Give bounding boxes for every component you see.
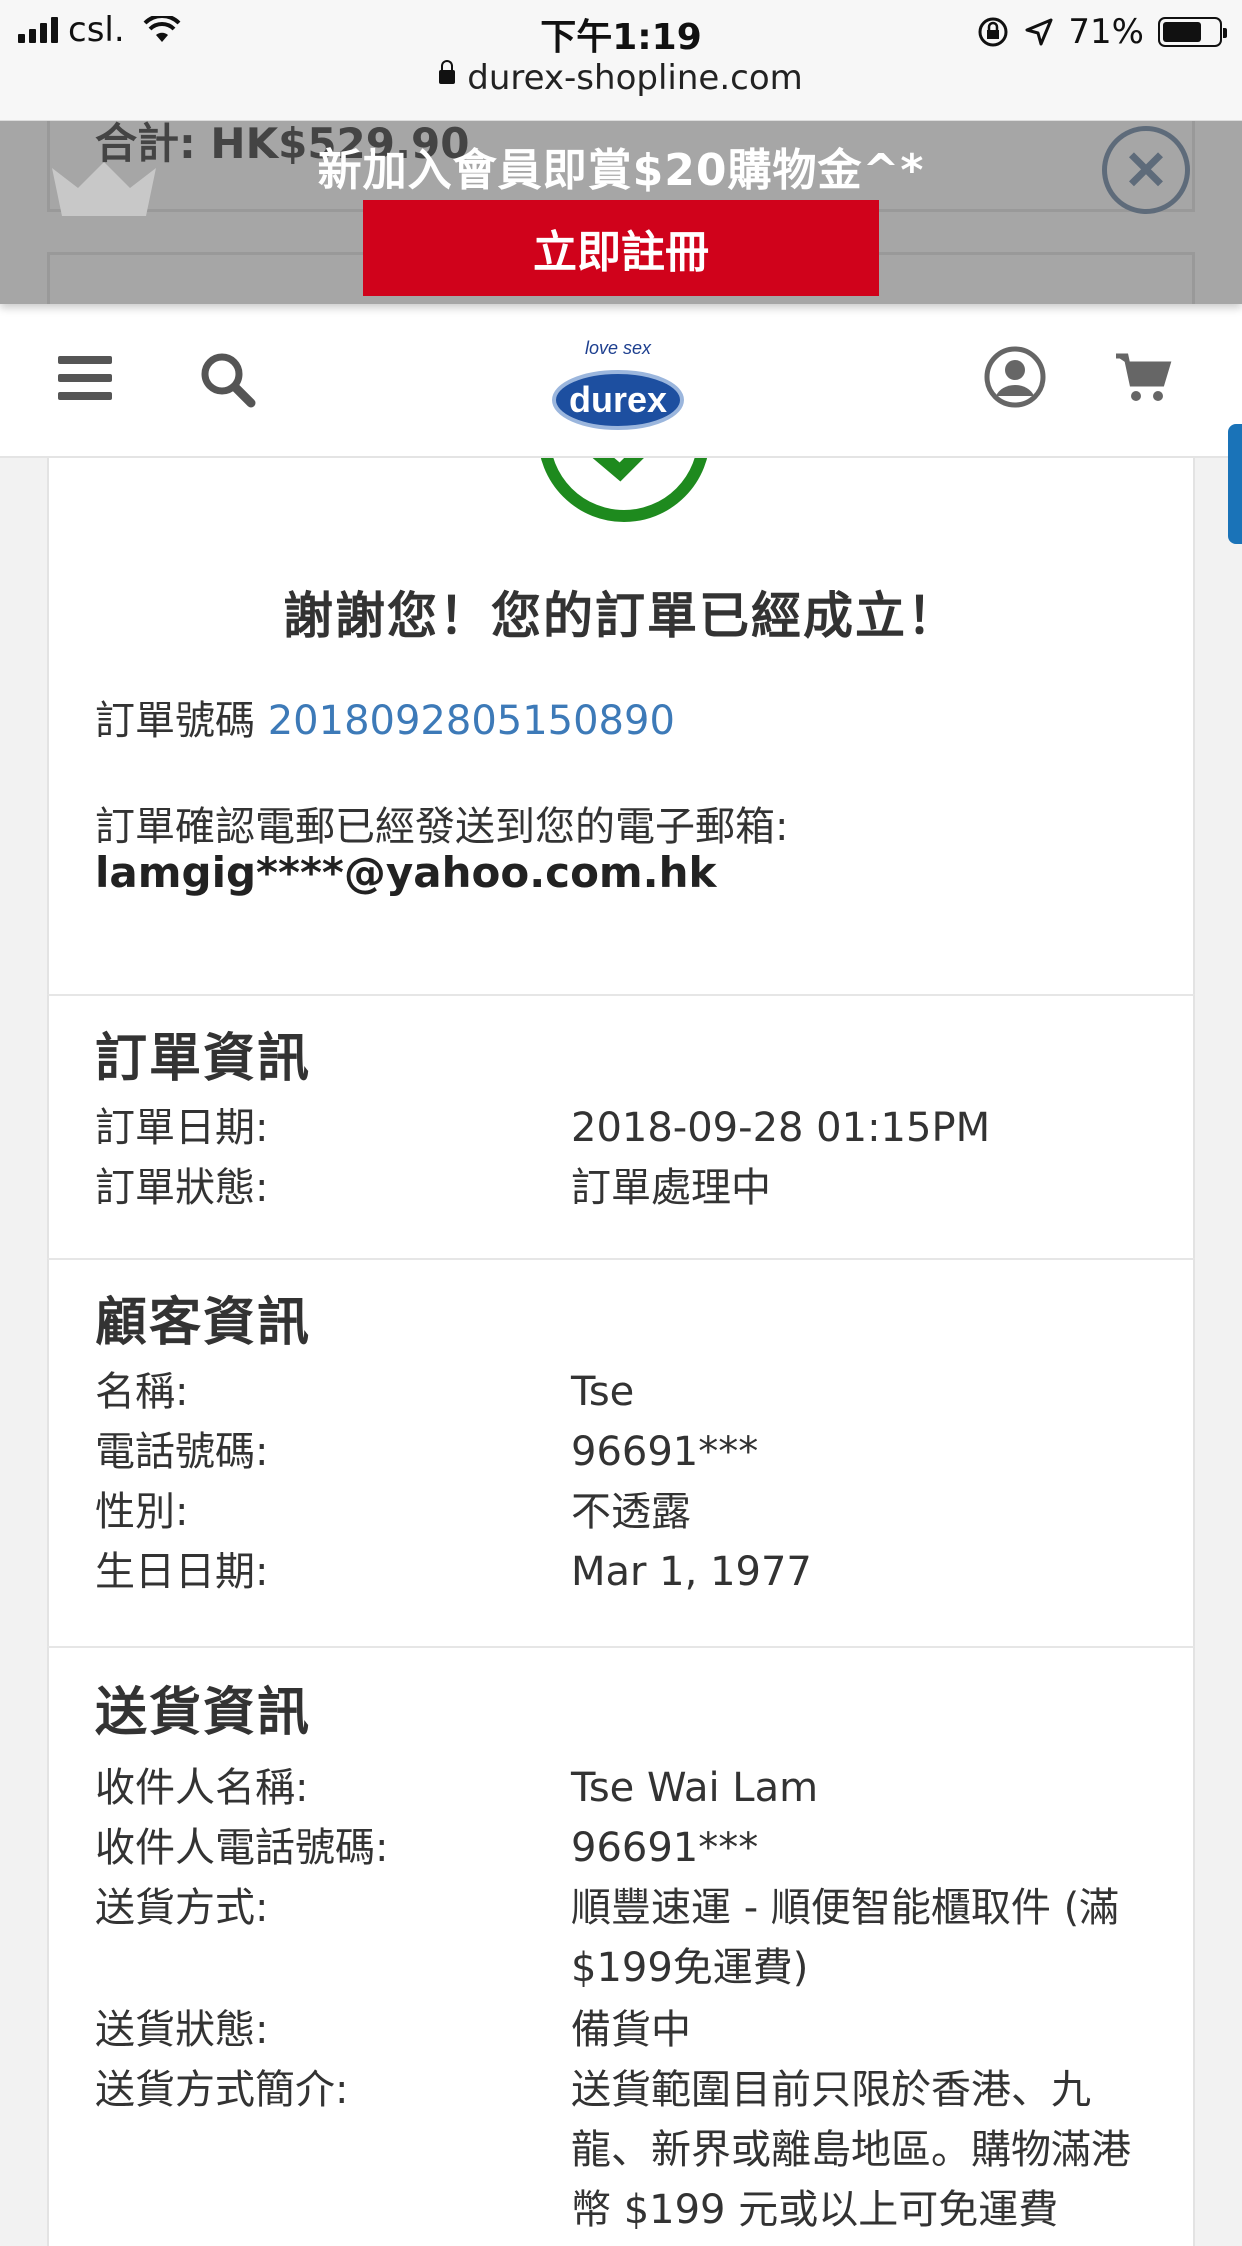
search-icon[interactable] [198,350,256,408]
logo-tagline: love sex [585,338,652,358]
delivery-info-section: 送貨資訊 收件人名稱: Tse Wai Lam 收件人電話號碼: 96691**… [47,1646,1195,2246]
battery-icon [1158,17,1227,47]
order-info-section: 訂單資訊 訂單日期: 2018-09-28 01:15PM 訂單狀態: 訂單處理… [47,994,1195,1258]
customer-info-title: 顧客資訊 [95,1293,312,1353]
row-label: 送貨方式: [95,1885,269,1931]
row-label: 收件人名稱: [95,1765,309,1811]
close-icon[interactable]: ✕ [1102,126,1190,214]
logo-brand: durex [569,379,667,420]
row-value: 順豐速運 - 順便智能櫃取件 (滿 $199免運費) [571,1885,1120,1991]
row-value: 不透露 [571,1489,691,1535]
order-confirmation-card: 謝謝您！您的訂單已經成立！ 訂單號碼 2018092805150890 訂單確認… [47,350,1195,994]
row-label: 名稱: [95,1369,189,1415]
url-bar[interactable]: durex-shopline.com [0,58,1242,98]
row-label: 訂單狀態: [95,1165,269,1211]
row-value: 96691*** [571,1429,759,1475]
status-right: 71% [976,12,1227,52]
promo-title: 新加入會員即賞$20購物金^* [317,145,925,196]
side-feedback-tab[interactable] [1228,424,1242,544]
customer-email: lamgig****@yahoo.com.hk [95,848,717,897]
row-label: 送貨方式簡介: [95,2067,349,2113]
thank-you-heading: 謝謝您！您的訂單已經成立！ [283,587,959,645]
order-number-label: 訂單號碼 [95,698,255,744]
menu-icon[interactable] [58,354,112,402]
order-number-link[interactable]: 2018092805150890 [268,698,675,744]
row-label: 訂單日期: [95,1105,269,1151]
battery-fill [1163,22,1201,42]
row-label: 生日日期: [95,1549,269,1595]
order-number-line: 訂單號碼 2018092805150890 [95,688,675,746]
email-sent-note: 訂單確認電郵已經發送到您的電子郵箱: [95,804,789,850]
row-value: 備貨中 [571,2007,691,2053]
row-label: 性別: [95,1489,189,1535]
battery-percent: 71% [1068,12,1144,52]
status-bar: csl. 下午1:19 71% durex-shopline.com [0,0,1242,121]
row-label: 送貨狀態: [95,2007,269,2053]
row-value: Tse [571,1369,635,1415]
orientation-lock-icon [978,17,1008,47]
durex-logo[interactable]: love sex durex [548,330,688,434]
row-value: 訂單處理中 [571,1165,771,1211]
user-account-icon[interactable] [984,346,1046,408]
row-label: 電話號碼: [95,1429,269,1475]
delivery-info-title: 送貨資訊 [95,1683,312,1743]
row-value: 送貨範圍目前只限於香港、九龍、新界或離島地區。購物滿港幣 $199 元或以上可免… [571,2067,1131,2233]
register-button[interactable]: 立即註冊 [363,200,879,296]
cart-icon[interactable] [1114,352,1172,404]
row-value: Mar 1, 1977 [571,1549,812,1595]
row-value: 96691*** [571,1825,759,1871]
row-value: Tse Wai Lam [571,1765,819,1811]
site-header: love sex durex [0,304,1242,458]
promo-banner: 合計: HK$529.90 新加入會員即賞$20購物金^* 立即註冊 ✕ [0,120,1242,304]
url-text: durex-shopline.com [467,58,803,98]
location-arrow-icon [1025,18,1053,46]
order-info-title: 訂單資訊 [95,1029,312,1089]
lock-icon [439,59,456,84]
customer-info-section: 顧客資訊 名稱: Tse 電話號碼: 96691*** 性別: 不透露 生日日期… [47,1258,1195,1646]
row-value: 2018-09-28 01:15PM [571,1105,991,1151]
row-label: 收件人電話號碼: [95,1825,389,1871]
